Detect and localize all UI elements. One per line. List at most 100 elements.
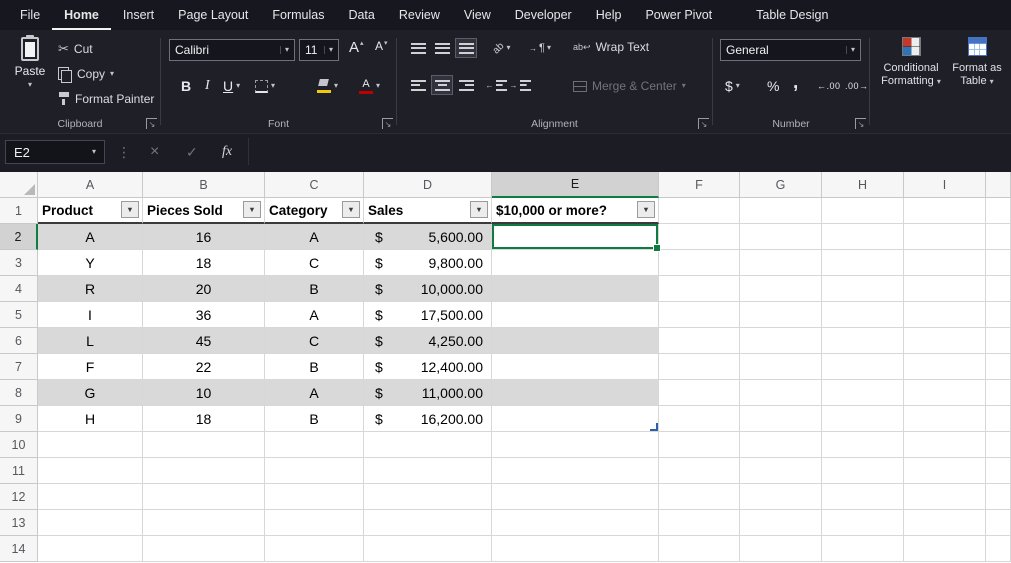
decrease-decimal-button[interactable]: .00→: [845, 74, 869, 98]
cell-B9[interactable]: 18: [143, 406, 265, 432]
cell-G7[interactable]: [740, 354, 822, 380]
tab-view[interactable]: View: [452, 0, 503, 30]
font-color-button[interactable]: A ▾: [359, 74, 380, 98]
cell-G13[interactable]: [740, 510, 822, 536]
cell-E11[interactable]: [492, 458, 659, 484]
tab-home[interactable]: Home: [52, 0, 111, 30]
align-center-button[interactable]: [431, 75, 453, 95]
cell-D14[interactable]: [364, 536, 492, 562]
row-header-3[interactable]: 3: [0, 250, 38, 276]
cell-A2[interactable]: A: [38, 224, 143, 250]
cell-C4[interactable]: B: [265, 276, 364, 302]
tab-page-layout[interactable]: Page Layout: [166, 0, 260, 30]
tab-developer[interactable]: Developer: [503, 0, 584, 30]
cell-I2[interactable]: [904, 224, 986, 250]
increase-decimal-button[interactable]: ←.00: [817, 74, 841, 98]
bottom-align-button[interactable]: [455, 38, 477, 58]
cell-C10[interactable]: [265, 432, 364, 458]
cell-I8[interactable]: [904, 380, 986, 406]
column-header-h[interactable]: H: [822, 172, 904, 198]
percent-style-button[interactable]: %: [767, 74, 779, 98]
align-left-button[interactable]: [407, 75, 429, 95]
cell-A3[interactable]: Y: [38, 250, 143, 276]
cell-H3[interactable]: [822, 250, 904, 276]
row-header-12[interactable]: 12: [0, 484, 38, 510]
column-header-b[interactable]: B: [143, 172, 265, 198]
cell-A12[interactable]: [38, 484, 143, 510]
bold-button[interactable]: B: [181, 74, 191, 98]
cell-B11[interactable]: [143, 458, 265, 484]
cell-D2[interactable]: $5,600.00: [364, 224, 492, 250]
cell-E7[interactable]: [492, 354, 659, 380]
cell-B13[interactable]: [143, 510, 265, 536]
tab-data[interactable]: Data: [336, 0, 386, 30]
cell-F3[interactable]: [659, 250, 740, 276]
cell-E5[interactable]: [492, 302, 659, 328]
tab-help[interactable]: Help: [584, 0, 634, 30]
cell-G10[interactable]: [740, 432, 822, 458]
enter-icon[interactable]: ✓: [186, 140, 198, 164]
cell-C5[interactable]: A: [265, 302, 364, 328]
cell-E3[interactable]: [492, 250, 659, 276]
column-header-g[interactable]: G: [740, 172, 822, 198]
cell-D3[interactable]: $9,800.00: [364, 250, 492, 276]
cell-A10[interactable]: [38, 432, 143, 458]
cell-F2[interactable]: [659, 224, 740, 250]
cell-F11[interactable]: [659, 458, 740, 484]
row-header-11[interactable]: 11: [0, 458, 38, 484]
cell-H5[interactable]: [822, 302, 904, 328]
decrease-font-size-button[interactable]: A ▾: [375, 39, 388, 53]
cell-H7[interactable]: [822, 354, 904, 380]
orientation-button[interactable]: ab ▾: [487, 38, 517, 58]
cell-E13[interactable]: [492, 510, 659, 536]
cell-F1[interactable]: [659, 198, 740, 224]
increase-font-size-button[interactable]: A ▴: [349, 39, 364, 56]
row-header-14[interactable]: 14: [0, 536, 38, 562]
cell-E8[interactable]: [492, 380, 659, 406]
cell-E12[interactable]: [492, 484, 659, 510]
cell-I11[interactable]: [904, 458, 986, 484]
table-header-cell-E1[interactable]: $10,000 or more? ▼: [492, 198, 659, 224]
filter-button-product[interactable]: ▼: [121, 201, 139, 218]
select-all-button[interactable]: [0, 172, 38, 198]
cell-H1[interactable]: [822, 198, 904, 224]
cell-B12[interactable]: [143, 484, 265, 510]
cell-C9[interactable]: B: [265, 406, 364, 432]
row-header-8[interactable]: 8: [0, 380, 38, 406]
merge-center-button[interactable]: Merge & Center ▾: [573, 75, 686, 97]
formula-bar-options-icon[interactable]: ⋮: [117, 140, 131, 164]
top-align-button[interactable]: [407, 38, 429, 58]
cell-A14[interactable]: [38, 536, 143, 562]
column-header-f[interactable]: F: [659, 172, 740, 198]
tab-insert[interactable]: Insert: [111, 0, 166, 30]
cell-B14[interactable]: [143, 536, 265, 562]
cell-I6[interactable]: [904, 328, 986, 354]
cell-C7[interactable]: B: [265, 354, 364, 380]
cell-D12[interactable]: [364, 484, 492, 510]
cell-A11[interactable]: [38, 458, 143, 484]
cell-I12[interactable]: [904, 484, 986, 510]
filter-button-sales[interactable]: ▼: [470, 201, 488, 218]
cell-I10[interactable]: [904, 432, 986, 458]
cell-A4[interactable]: R: [38, 276, 143, 302]
cell-C12[interactable]: [265, 484, 364, 510]
cell-D13[interactable]: [364, 510, 492, 536]
tab-table-design[interactable]: Table Design: [744, 0, 840, 30]
cell-B6[interactable]: 45: [143, 328, 265, 354]
cell-G14[interactable]: [740, 536, 822, 562]
cell-D8[interactable]: $11,000.00: [364, 380, 492, 406]
cell-A13[interactable]: [38, 510, 143, 536]
number-dialog-launcher-icon[interactable]: ↘: [855, 118, 866, 129]
alignment-dialog-launcher-icon[interactable]: ↘: [698, 118, 709, 129]
cell-G3[interactable]: [740, 250, 822, 276]
row-header-7[interactable]: 7: [0, 354, 38, 380]
cell-I13[interactable]: [904, 510, 986, 536]
table-header-cell-A1[interactable]: Product ▼: [38, 198, 143, 224]
cell-B8[interactable]: 10: [143, 380, 265, 406]
row-header-6[interactable]: 6: [0, 328, 38, 354]
cell-E9[interactable]: [492, 406, 659, 432]
row-header-5[interactable]: 5: [0, 302, 38, 328]
filter-button-10-000-or-more[interactable]: ▼: [637, 201, 655, 218]
font-dialog-launcher-icon[interactable]: ↘: [382, 118, 393, 129]
cell-B2[interactable]: 16: [143, 224, 265, 250]
